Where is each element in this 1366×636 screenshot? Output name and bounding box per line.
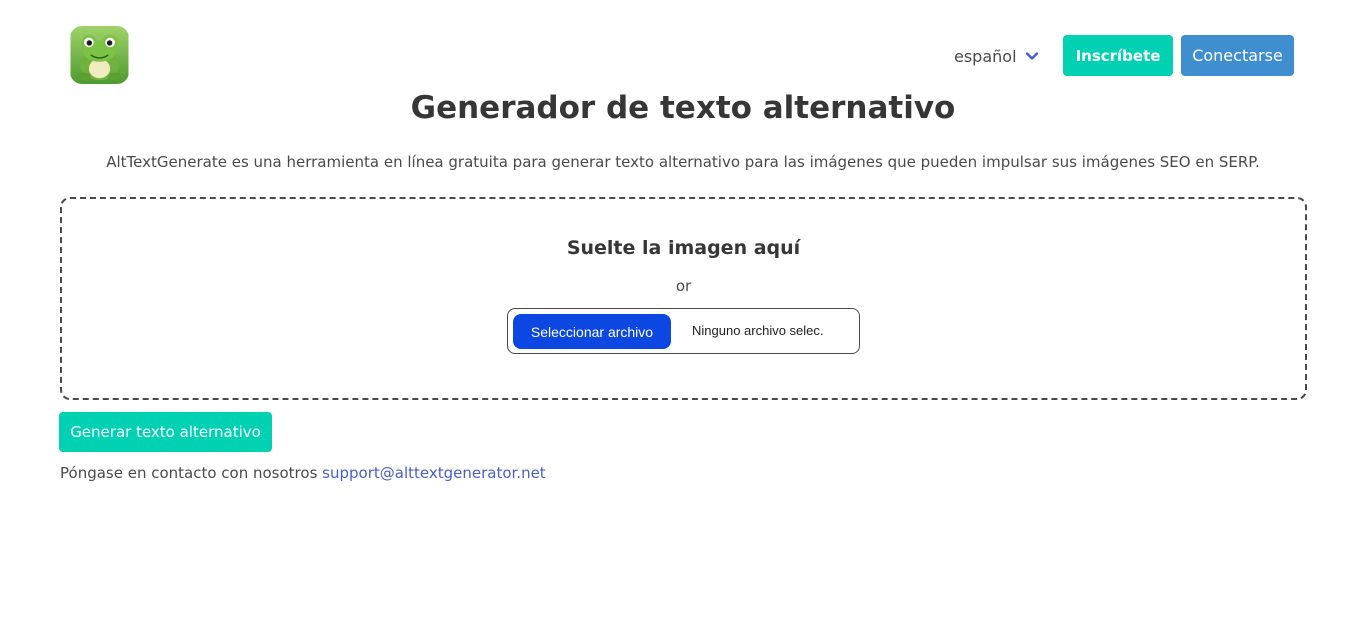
contact-line: Póngase en contacto con nosotros support…	[60, 464, 546, 482]
dropzone-or-text: or	[675, 277, 692, 295]
page-subtitle: AltTextGenerate es una herramienta en lí…	[106, 153, 1260, 171]
contact-text: Póngase en contacto con nosotros	[60, 464, 318, 482]
language-label: español	[954, 46, 1017, 66]
language-selector[interactable]: español	[954, 44, 1039, 68]
generate-alt-text-button[interactable]: Generar texto alternativo	[59, 412, 272, 452]
login-button[interactable]: Conectarse	[1181, 35, 1294, 76]
page: español Inscríbete Conectarse Generador …	[0, 0, 1366, 636]
support-email-link[interactable]: support@alttextgenerator.net	[322, 464, 546, 482]
file-status-text: Ninguno archivo selec.	[692, 323, 824, 338]
dropzone-title: Suelte la imagen aquí	[566, 237, 801, 259]
file-input[interactable]: Seleccionar archivo Ninguno archivo sele…	[507, 308, 860, 354]
frog-icon	[70, 26, 129, 84]
image-dropzone[interactable]: Suelte la imagen aquí or Seleccionar arc…	[60, 197, 1307, 400]
select-file-button[interactable]: Seleccionar archivo	[513, 314, 671, 349]
signup-button[interactable]: Inscríbete	[1063, 35, 1173, 76]
frog-logo-icon[interactable]	[70, 26, 129, 84]
page-title: Generador de texto alternativo	[410, 90, 956, 126]
chevron-down-icon	[1025, 52, 1038, 60]
